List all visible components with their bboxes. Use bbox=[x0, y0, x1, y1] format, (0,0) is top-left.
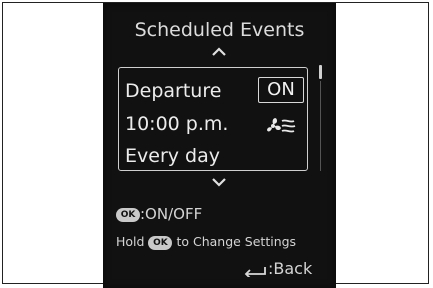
scrollbar[interactable] bbox=[319, 65, 322, 173]
chevron-up-icon[interactable] bbox=[211, 47, 227, 57]
back-label: :Back bbox=[268, 259, 313, 278]
figure-frame: Scheduled Events Departure 10:00 p.m. Ev… bbox=[2, 2, 429, 288]
toggle-hint-text: :ON/OFF bbox=[140, 205, 203, 223]
hold-prefix: Hold bbox=[116, 234, 145, 249]
event-time: 10:00 p.m. bbox=[125, 113, 229, 135]
event-card[interactable]: Departure 10:00 p.m. Every day ON bbox=[118, 67, 308, 171]
display-screen: Scheduled Events Departure 10:00 p.m. Ev… bbox=[103, 3, 336, 288]
ok-button-icon: OK bbox=[148, 235, 173, 250]
chevron-down-icon[interactable] bbox=[211, 177, 227, 187]
back-hint[interactable]: :Back bbox=[241, 259, 313, 279]
event-name: Departure bbox=[125, 80, 222, 102]
ok-button-icon: OK bbox=[116, 207, 140, 222]
on-toggle-button[interactable]: ON bbox=[258, 77, 304, 103]
toggle-hint: OK:ON/OFF bbox=[116, 205, 202, 223]
fan-airflow-icon bbox=[267, 118, 296, 133]
back-arrow-icon bbox=[244, 266, 266, 279]
event-repeat: Every day bbox=[125, 145, 220, 167]
scroll-track bbox=[320, 81, 321, 171]
screen-title: Scheduled Events bbox=[134, 19, 305, 41]
hold-suffix: to Change Settings bbox=[176, 234, 297, 249]
hold-hint: Hold OK to Change Settings bbox=[116, 234, 296, 250]
scroll-thumb[interactable] bbox=[319, 65, 322, 79]
